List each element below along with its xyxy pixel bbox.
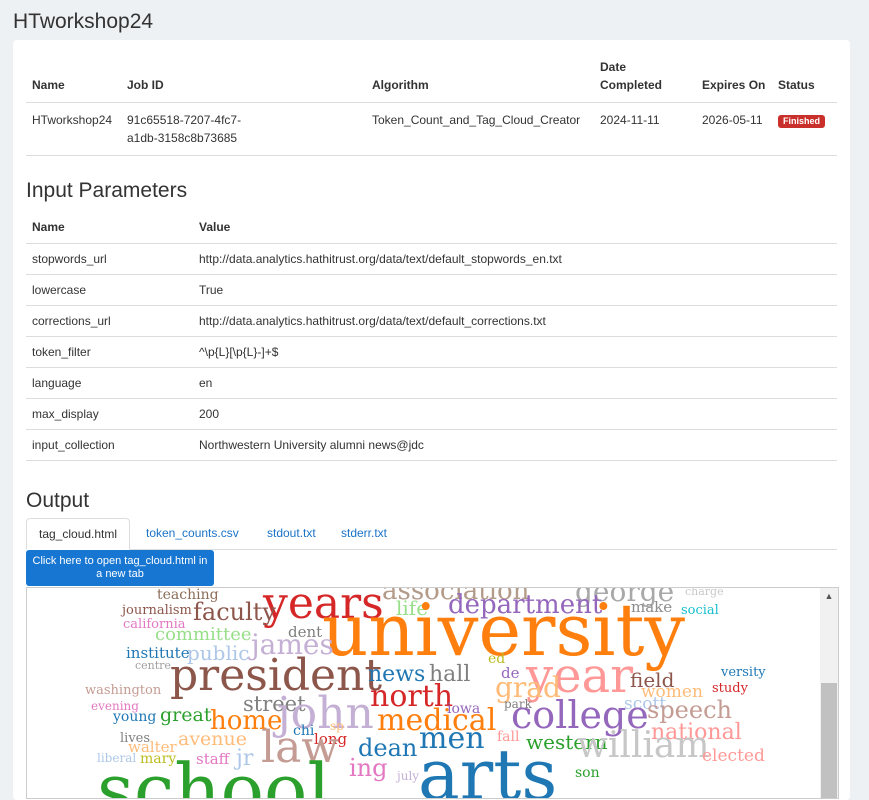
param-name: input_collection <box>26 429 193 461</box>
jobs-table: Name Job ID Algorithm Date Completed Exp… <box>26 52 837 156</box>
open-tag-cloud-button[interactable]: Click here to open tag_cloud.html in a n… <box>26 550 214 586</box>
table-row: max_display 200 <box>26 398 837 430</box>
param-value: Northwestern University alumni news@jdc <box>193 429 837 461</box>
param-value-header: Value <box>193 212 837 244</box>
scrollbar[interactable]: ▲ <box>820 588 838 798</box>
tag-cloud-word: great <box>160 704 212 726</box>
param-name: stopwords_url <box>26 243 193 275</box>
col-name-header: Name <box>26 52 121 103</box>
job-card: Name Job ID Algorithm Date Completed Exp… <box>13 40 850 800</box>
param-name: lowercase <box>26 274 193 306</box>
table-row: token_filter ^\p{L}[\p{L}-]+$ <box>26 336 837 368</box>
tag-cloud-word: charge <box>685 588 724 598</box>
tag-cloud-word: elected <box>702 746 765 766</box>
jobs-header-row: Name Job ID Algorithm Date Completed Exp… <box>26 52 837 103</box>
param-name: token_filter <box>26 336 193 368</box>
col-expires-on-header: Expires On <box>696 52 772 103</box>
tab-tag-cloud[interactable]: tag_cloud.html <box>26 518 131 550</box>
status-badge: Finished <box>778 115 826 128</box>
job-algorithm: Token_Count_and_Tag_Cloud_Creator <box>366 102 594 156</box>
tag-cloud-word: ing <box>349 754 388 782</box>
table-row: corrections_url http://data.analytics.hat… <box>26 305 837 337</box>
scrollbar-thumb[interactable] <box>821 683 837 798</box>
job-name: HTworkshop24 <box>26 102 121 156</box>
job-id: 91c65518-7207-4fc7- a1db-3158c8b73685 <box>121 102 366 156</box>
tag-cloud-word: arts <box>418 734 558 798</box>
job-expires-on: 2026-05-11 <box>696 102 772 156</box>
page-title: HTworkshop24 <box>13 10 154 33</box>
param-name: max_display <box>26 398 193 430</box>
job-date-completed: 2024-11-11 <box>594 102 696 156</box>
tag-cloud-word: speech <box>647 696 732 724</box>
input-parameters-title: Input Parameters <box>26 179 188 202</box>
param-name: corrections_url <box>26 305 193 337</box>
tag-cloud-word: centre <box>135 659 171 672</box>
param-name-header: Name <box>26 212 193 244</box>
param-name: language <box>26 367 193 399</box>
tag-cloud-word: william <box>577 725 710 766</box>
job-id-part1: 91c65518-7207-4fc7- <box>127 113 242 127</box>
table-row: stopwords_url http://data.analytics.hathi… <box>26 243 837 275</box>
tag-cloud-word: son <box>575 765 600 781</box>
tag-cloud-word: school <box>97 748 331 798</box>
tag-cloud-word: study <box>712 681 748 696</box>
param-value: http://data.analytics.hathitrust.org/dat… <box>193 243 837 275</box>
table-row: language en <box>26 367 837 399</box>
table-row: input_collection Northwestern University … <box>26 429 837 461</box>
scroll-up-arrow-icon[interactable]: ▲ <box>820 588 838 605</box>
params-header-row: Name Value <box>26 212 837 244</box>
param-value: en <box>193 367 837 399</box>
tab-stdout[interactable]: stdout.txt <box>255 518 328 548</box>
tag-cloud-word: july <box>397 769 420 783</box>
output-title: Output <box>26 489 90 512</box>
tag-cloud-word: journalism <box>122 603 192 618</box>
param-value: http://data.analytics.hathitrust.org/dat… <box>193 305 837 337</box>
tab-stderr[interactable]: stderr.txt <box>329 518 399 548</box>
tag-cloud-frame[interactable]: association george charge teaching years life… <box>26 587 839 799</box>
job-id-part2: a1db-3158c8b73685 <box>127 131 238 145</box>
tag-cloud-word: versity <box>721 665 766 680</box>
tag-cloud-word: social <box>681 603 719 618</box>
tab-token-counts[interactable]: token_counts.csv <box>134 518 251 548</box>
tag-cloud-word: washington <box>85 683 162 698</box>
job-status: Finished <box>772 102 837 156</box>
col-date-completed-header: Date Completed <box>594 52 696 103</box>
param-value: ^\p{L}[\p{L}-]+$ <box>193 336 837 368</box>
col-algorithm-header: Algorithm <box>366 52 594 103</box>
param-value: True <box>193 274 837 306</box>
output-tabs: tag_cloud.html token_counts.csv stdout.t… <box>26 518 837 550</box>
col-status-header: Status <box>772 52 837 103</box>
tag-cloud-word: faculty <box>193 598 276 626</box>
table-row: lowercase True <box>26 274 837 306</box>
input-parameters-table: Name Value stopwords_url http://data.anal… <box>26 212 837 461</box>
tag-cloud: association george charge teaching years life… <box>27 588 819 798</box>
param-value: 200 <box>193 398 837 430</box>
tag-cloud-word: young <box>113 709 157 725</box>
table-row: HTworkshop24 91c65518-7207-4fc7- a1db-315… <box>26 102 837 156</box>
col-job-id-header: Job ID <box>121 52 366 103</box>
